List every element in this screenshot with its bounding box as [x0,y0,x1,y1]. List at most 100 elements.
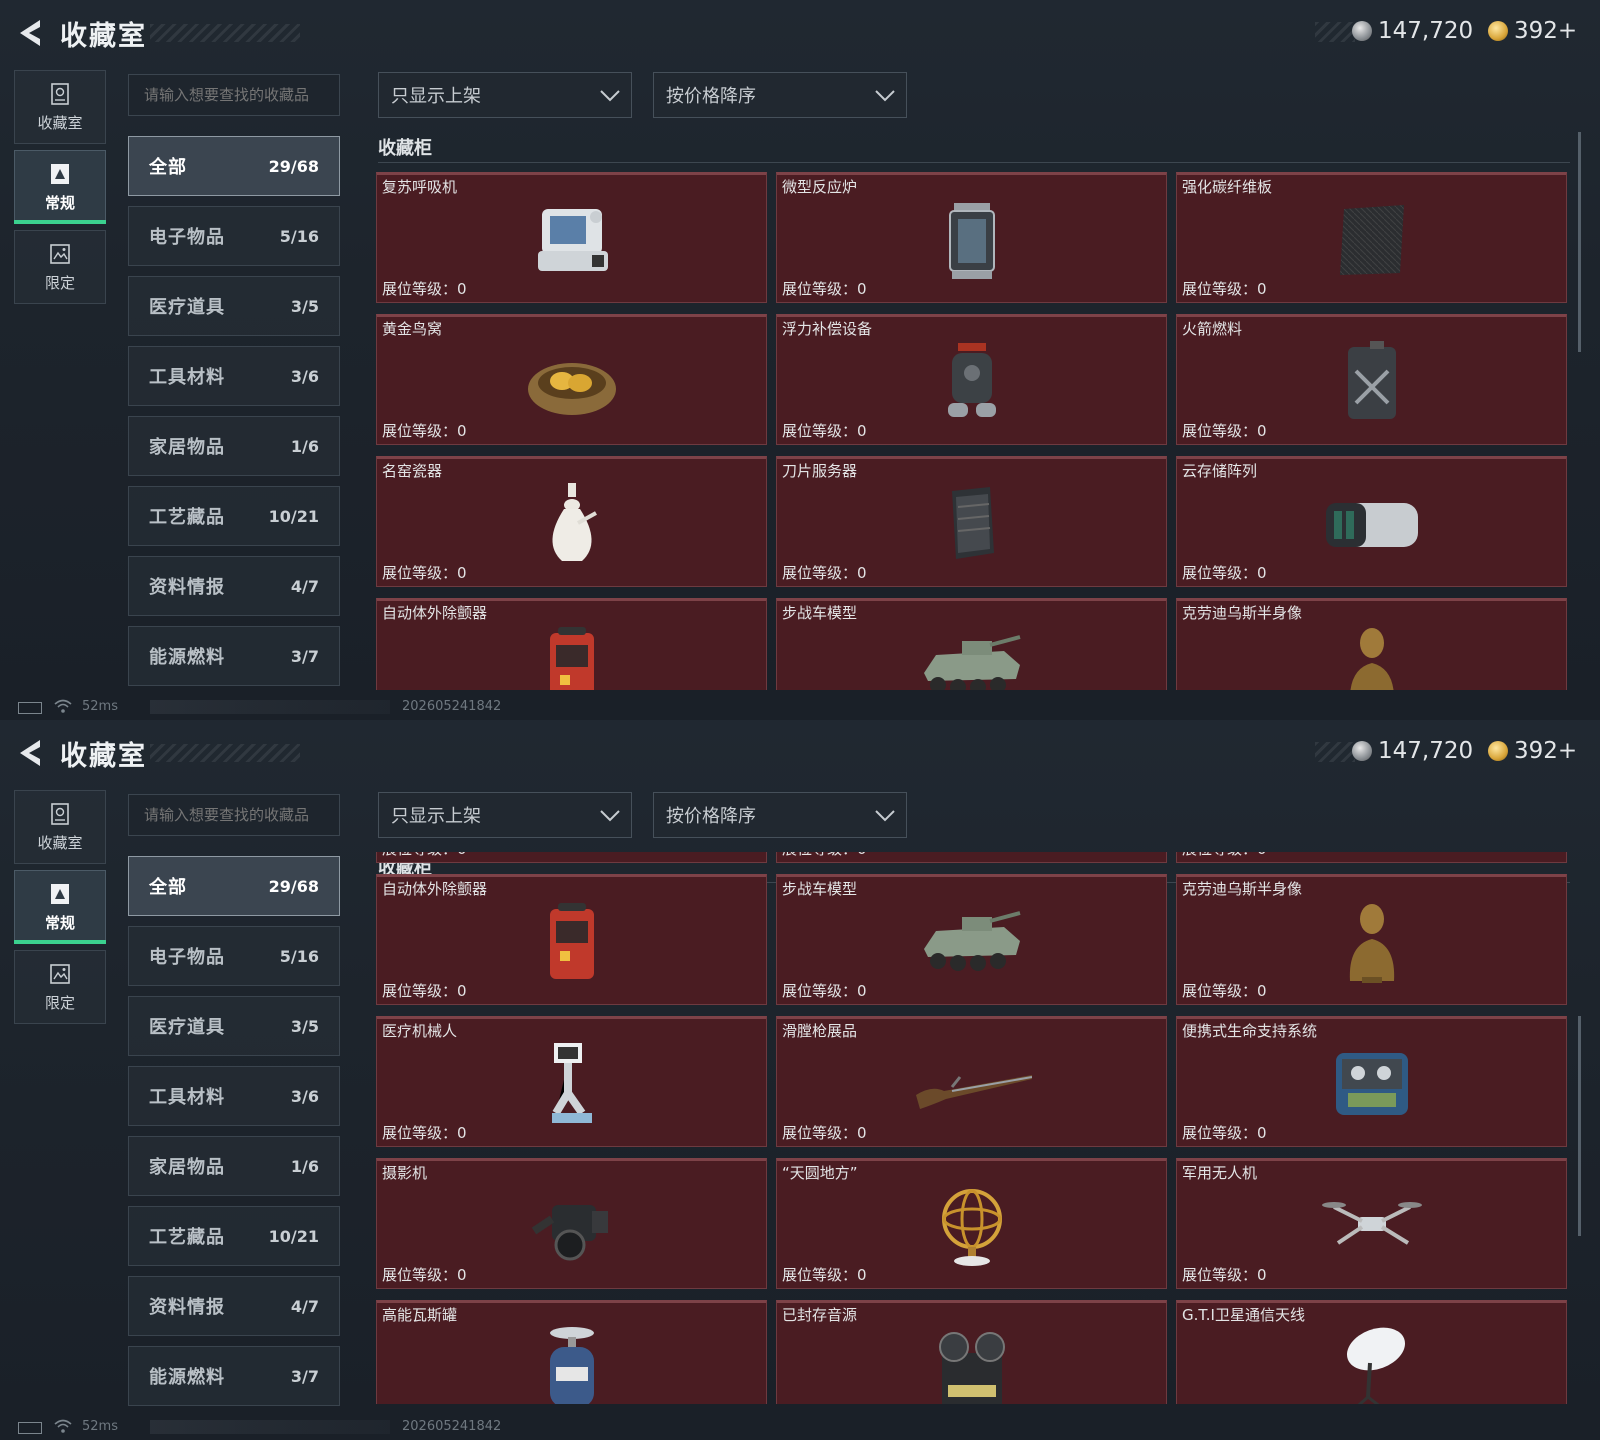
collection-card[interactable]: 便携式生命支持系统 展位等级：0 [1176,1016,1567,1147]
search-input[interactable] [128,74,340,116]
collection-card[interactable]: 名窑瓷器展位等级：0 [376,456,767,587]
ventilator-icon [537,208,608,271]
collection-card[interactable]: 军用无人机 展位等级：0 [1176,1158,1567,1289]
item-name: 已封存音源 [782,1306,858,1324]
collection-card[interactable]: 摄影机 展位等级：0 [376,1158,767,1289]
collection-card[interactable]: “天圆地方” 展位等级：0 [776,1158,1167,1289]
collection-card[interactable]: 医疗机械人 展位等级：0 [376,1016,767,1147]
category-tab[interactable]: 工艺藏品 10/21 [128,486,340,546]
trophy-icon [51,802,69,825]
category-count: 1/6 [290,1156,319,1176]
back-arrow-icon[interactable] [16,738,44,768]
collection-card[interactable]: 云存储阵列展位等级：0 [1176,852,1567,863]
silver-amount: 147,720 [1378,18,1474,44]
gold-currency[interactable]: 392+ [1488,736,1577,766]
collection-grid[interactable]: 名窑瓷器展位等级：0刀片服务器展位等级：0云存储阵列展位等级：0自动体外除颤器展… [376,852,1574,1404]
category-tab[interactable]: 电子物品 5/16 [128,206,340,266]
status-bar: 52ms 202605241842 [0,694,1600,720]
item-name: 摄影机 [382,1164,428,1182]
ping-text: 52ms [82,699,118,714]
medical-robot-icon [551,1042,592,1123]
grid-scrollbar[interactable] [1578,1016,1581,1236]
collection-card[interactable]: 云存储阵列展位等级：0 [1176,456,1567,587]
search-input[interactable] [128,794,340,836]
category-tab[interactable]: 能源燃料 3/7 [128,1346,340,1406]
item-name: 自动体外除颤器 [382,880,488,898]
status-bar: 52ms 202605241842 [0,1414,1600,1440]
category-tab[interactable]: 工艺藏品 10/21 [128,1206,340,1266]
gold-currency[interactable]: 392+ [1488,16,1577,46]
collection-card[interactable]: 自动体外除颤器展位等级：0 [376,598,767,690]
item-name: 步战车模型 [782,880,858,898]
satellite-dish-icon [1346,1327,1405,1404]
carbon-plate-icon [1339,204,1404,275]
back-arrow-icon[interactable] [16,18,44,48]
section-title: 收藏柜 [378,138,432,159]
category-tab[interactable]: 能源燃料 3/7 [128,626,340,686]
booth-level: 展位等级：0 [782,280,867,298]
blurred-region [150,700,390,714]
collection-card[interactable]: 克劳迪乌斯半身像展位等级：0 [1176,874,1567,1005]
collection-card[interactable]: 刀片服务器展位等级：0 [776,456,1167,587]
category-tab[interactable]: 资料情报 4/7 [128,556,340,616]
collection-card[interactable]: 已封存音源展位等级：0 [776,1300,1167,1404]
category-tab[interactable]: 全部 29/68 [128,136,340,196]
booth-level: 展位等级：0 [1182,982,1267,1000]
booth-level: 展位等级：0 [1182,280,1267,298]
category-tab[interactable]: 全部 29/68 [128,856,340,916]
collection-card[interactable]: 名窑瓷器展位等级：0 [376,852,767,863]
show-filter-dropdown[interactable]: 只显示上架 [378,792,632,838]
collection-grid[interactable]: 复苏呼吸机 展位等级：0 微型反应炉 展位等级：0 强化碳纤维板 展位等级：0 黄金鸟窝 展位… [376,172,1574,690]
collection-card[interactable]: 微型反应炉 展位等级：0 [776,172,1167,303]
collection-card[interactable]: 浮力补偿设备 展位等级：0 [776,314,1167,445]
category-name: 工艺藏品 [149,1227,225,1248]
item-name: 黄金鸟窝 [382,320,443,338]
silver-currency: 147,720 [1352,736,1473,766]
collection-card[interactable]: 高能瓦斯罐展位等级：0 [376,1300,767,1404]
collection-card[interactable]: 滑膛枪展品 展位等级：0 [776,1016,1167,1147]
collection-card[interactable]: 黄金鸟窝 展位等级：0 [376,314,767,445]
collection-card[interactable]: 自动体外除颤器展位等级：0 [376,874,767,1005]
collection-card[interactable]: 刀片服务器展位等级：0 [776,852,1167,863]
category-count: 3/6 [290,1086,319,1106]
collection-card[interactable]: 火箭燃料 展位等级：0 [1176,314,1567,445]
category-tab[interactable]: 家居物品 1/6 [128,1136,340,1196]
collection-card[interactable]: 强化碳纤维板 展位等级：0 [1176,172,1567,303]
nav-collection-room[interactable]: 收藏室 [14,790,106,864]
category-count: 3/7 [290,646,319,666]
sort-dropdown[interactable]: 按价格降序 [653,792,907,838]
collection-card[interactable]: 克劳迪乌斯半身像展位等级：0 [1176,598,1567,690]
category-count: 5/16 [279,946,319,966]
silver-coin-icon [1352,21,1372,41]
grid-scrollbar[interactable] [1578,132,1581,352]
nav-limited[interactable]: 限定 [14,230,106,304]
nav-collection-room[interactable]: 收藏室 [14,70,106,144]
category-tab[interactable]: 工具材料 3/6 [128,346,340,406]
category-name: 全部 [149,877,187,898]
nav-limited[interactable]: 限定 [14,950,106,1024]
category-tab[interactable]: 工具材料 3/6 [128,1066,340,1126]
collection-card[interactable]: 复苏呼吸机 展位等级：0 [376,172,767,303]
ifv-model-icon [923,910,1021,971]
booth-level: 展位等级：0 [1182,564,1267,582]
title-decoration [150,24,300,42]
booth-level: 展位等级：0 [1182,1266,1267,1284]
collection-card[interactable]: 步战车模型展位等级：0 [776,598,1167,690]
category-tab[interactable]: 家居物品 1/6 [128,416,340,476]
collection-card[interactable]: 步战车模型展位等级：0 [776,874,1167,1005]
category-tab[interactable]: 医疗道具 3/5 [128,276,340,336]
category-tab[interactable]: 医疗道具 3/5 [128,996,340,1056]
category-tab[interactable]: 资料情报 4/7 [128,1276,340,1336]
collection-card[interactable]: G.T.I卫星通信天线展位等级：0 [1176,1300,1567,1404]
nav-regular[interactable]: 常规 [14,870,106,944]
category-name: 家居物品 [149,437,225,458]
booth-level: 展位等级：0 [782,422,867,440]
category-tab[interactable]: 电子物品 5/16 [128,926,340,986]
nav-regular[interactable]: 常规 [14,150,106,224]
bust-icon [1349,903,1394,983]
porcelain-vase-icon [551,482,597,561]
show-filter-dropdown[interactable]: 只显示上架 [378,72,632,118]
category-name: 资料情报 [149,577,225,598]
sort-dropdown[interactable]: 按价格降序 [653,72,907,118]
silver-currency: 147,720 [1352,16,1473,46]
